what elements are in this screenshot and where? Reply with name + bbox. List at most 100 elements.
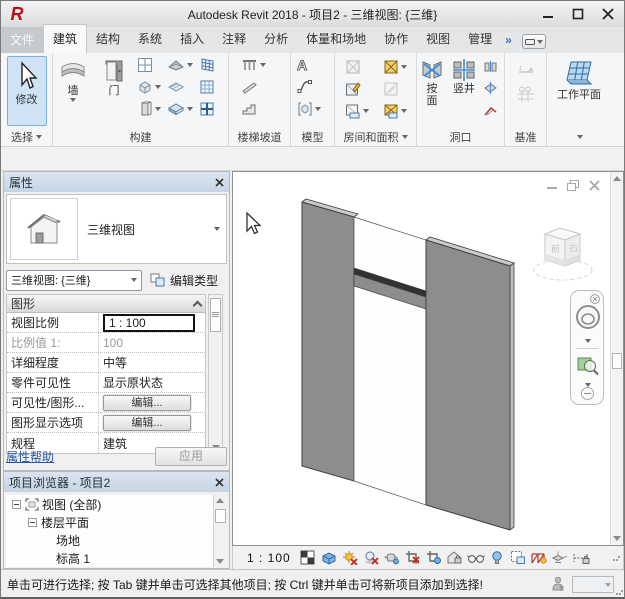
render-icon[interactable]	[383, 549, 401, 567]
close-icon[interactable]	[215, 478, 224, 487]
tab-view[interactable]: 视图	[417, 25, 459, 53]
select-group-label[interactable]: 选择	[1, 130, 52, 144]
navbar-close-icon[interactable]	[590, 294, 600, 304]
area-plan-button[interactable]	[383, 102, 407, 119]
reveal-hidden-icon[interactable]	[488, 549, 506, 567]
detail-level-value[interactable]: 中等	[99, 354, 205, 371]
collapse-icon[interactable]	[193, 301, 203, 311]
properties-titlebar[interactable]: 属性	[4, 172, 229, 192]
tree-item-level-1[interactable]: 标高 1	[6, 549, 227, 567]
type-selector-preview[interactable]: 三维视图	[6, 194, 227, 264]
stairs-button[interactable]	[241, 100, 258, 117]
graphic-display-edit-button[interactable]: 编辑...	[103, 415, 191, 431]
navigation-bar[interactable]	[570, 290, 604, 405]
tree-item-floor-plans[interactable]: 楼层平面	[6, 513, 227, 531]
tree-item-views[interactable]: 视图 (全部)	[6, 495, 227, 513]
modify-button[interactable]: 修改	[7, 56, 47, 126]
tab-file[interactable]: 文件	[1, 27, 43, 53]
browser-scrollbar[interactable]	[213, 495, 227, 567]
level-button-disabled[interactable]: 1	[517, 60, 535, 77]
tab-architecture[interactable]: 建筑	[43, 24, 87, 53]
show-constraints-icon[interactable]	[572, 549, 590, 567]
vertical-opening-button[interactable]	[483, 79, 498, 96]
steering-wheel-icon[interactable]	[575, 304, 601, 332]
detail-level-icon[interactable]	[299, 549, 317, 567]
dormer-button[interactable]	[483, 101, 498, 118]
wall-opening-button[interactable]	[483, 57, 498, 74]
view-restore-icon[interactable]	[567, 180, 580, 191]
tab-systems[interactable]: 系统	[129, 25, 171, 53]
scroll-down-icon[interactable]	[216, 559, 224, 564]
apply-button[interactable]: 应用	[155, 447, 227, 466]
door-button[interactable]: 门	[96, 56, 132, 128]
tag-room-button[interactable]	[345, 80, 369, 97]
maximize-icon[interactable]	[568, 5, 588, 22]
scroll-up-icon[interactable]	[613, 176, 621, 181]
drawing-area[interactable]: 前 右	[232, 171, 624, 546]
grid-button-disabled[interactable]	[516, 86, 536, 103]
room-button-disabled[interactable]	[345, 58, 369, 75]
railing-button[interactable]	[241, 56, 266, 73]
curtain-grid-button[interactable]	[199, 78, 216, 95]
zoom-icon[interactable]	[577, 354, 599, 376]
tab-massing-site[interactable]: 体量和场地	[297, 25, 375, 53]
viewcube[interactable]: 前 右	[533, 222, 603, 287]
model-group-button[interactable]	[297, 100, 321, 117]
sun-path-off-icon[interactable]	[341, 549, 359, 567]
resize-grip[interactable]	[616, 588, 623, 595]
temporary-hide-isolate-icon[interactable]	[467, 549, 485, 567]
resize-grip[interactable]	[613, 554, 620, 561]
scrollbar-thumb[interactable]	[210, 298, 221, 332]
scroll-down-icon[interactable]	[613, 536, 621, 541]
shadows-off-icon[interactable]	[362, 549, 380, 567]
navbar-collapse-icon[interactable]	[581, 387, 594, 400]
visual-style-icon[interactable]	[320, 549, 338, 567]
roof-button[interactable]	[167, 56, 193, 73]
tab-annotate[interactable]: 注释	[213, 25, 255, 53]
collapse-expander-icon[interactable]	[28, 518, 37, 527]
tag-area-button-disabled[interactable]	[383, 80, 407, 97]
properties-help-link[interactable]: 属性帮助	[6, 448, 54, 465]
displacement-icon[interactable]	[551, 549, 569, 567]
component-button[interactable]	[137, 78, 161, 95]
view-scale-input[interactable]: 1 : 100	[103, 314, 195, 332]
close-icon[interactable]	[215, 178, 224, 187]
project-browser-titlebar[interactable]: 项目浏览器 - 项目2	[4, 472, 229, 492]
analytical-model-icon[interactable]	[530, 549, 548, 567]
column-button[interactable]	[137, 100, 161, 117]
edit-type-button[interactable]: 编辑类型	[150, 272, 218, 289]
scrollbar-thumb[interactable]	[215, 509, 226, 523]
curtain-system-button[interactable]	[199, 56, 216, 73]
tab-manage[interactable]: 管理	[459, 25, 501, 53]
parts-visibility-value[interactable]: 显示原状态	[99, 374, 205, 391]
ramp-button[interactable]	[241, 78, 258, 95]
model-text-button[interactable]: A	[297, 56, 307, 73]
show-crop-icon[interactable]	[425, 549, 443, 567]
scrollbar-thumb[interactable]	[612, 353, 622, 369]
tab-analyze[interactable]: 分析	[255, 25, 297, 53]
close-icon[interactable]	[598, 5, 618, 22]
view-scale-button[interactable]: 1 : 100	[247, 551, 291, 565]
collapse-expander-icon[interactable]	[12, 500, 21, 509]
tab-structure[interactable]: 结构	[87, 25, 129, 53]
room-area-group-label[interactable]: 房间和面积	[335, 130, 416, 144]
viewport-scrollbar[interactable]	[610, 172, 623, 545]
tab-collaborate[interactable]: 协作	[375, 25, 417, 53]
tab-insert[interactable]: 插入	[171, 25, 213, 53]
model-line-button[interactable]	[297, 78, 313, 95]
ribbon-display-toggle[interactable]	[522, 34, 546, 49]
tree-item-site[interactable]: 场地	[6, 531, 227, 549]
mullion-button[interactable]	[199, 100, 216, 117]
visibility-edit-button[interactable]: 编辑...	[103, 395, 191, 411]
shaft-button[interactable]: 竖井	[449, 56, 479, 128]
tab-overflow-icon[interactable]: »	[501, 29, 516, 53]
chevron-down-icon[interactable]	[585, 339, 591, 343]
scroll-up-icon[interactable]	[216, 498, 224, 503]
minimize-icon[interactable]	[538, 5, 558, 22]
ceiling-button[interactable]	[167, 78, 193, 95]
workplane-set-button[interactable]: 工作平面	[549, 56, 609, 101]
crop-view-off-icon[interactable]	[404, 549, 422, 567]
view-minimize-icon[interactable]	[546, 180, 559, 191]
floor-button[interactable]	[167, 100, 193, 117]
temporary-view-properties-icon[interactable]	[509, 549, 527, 567]
